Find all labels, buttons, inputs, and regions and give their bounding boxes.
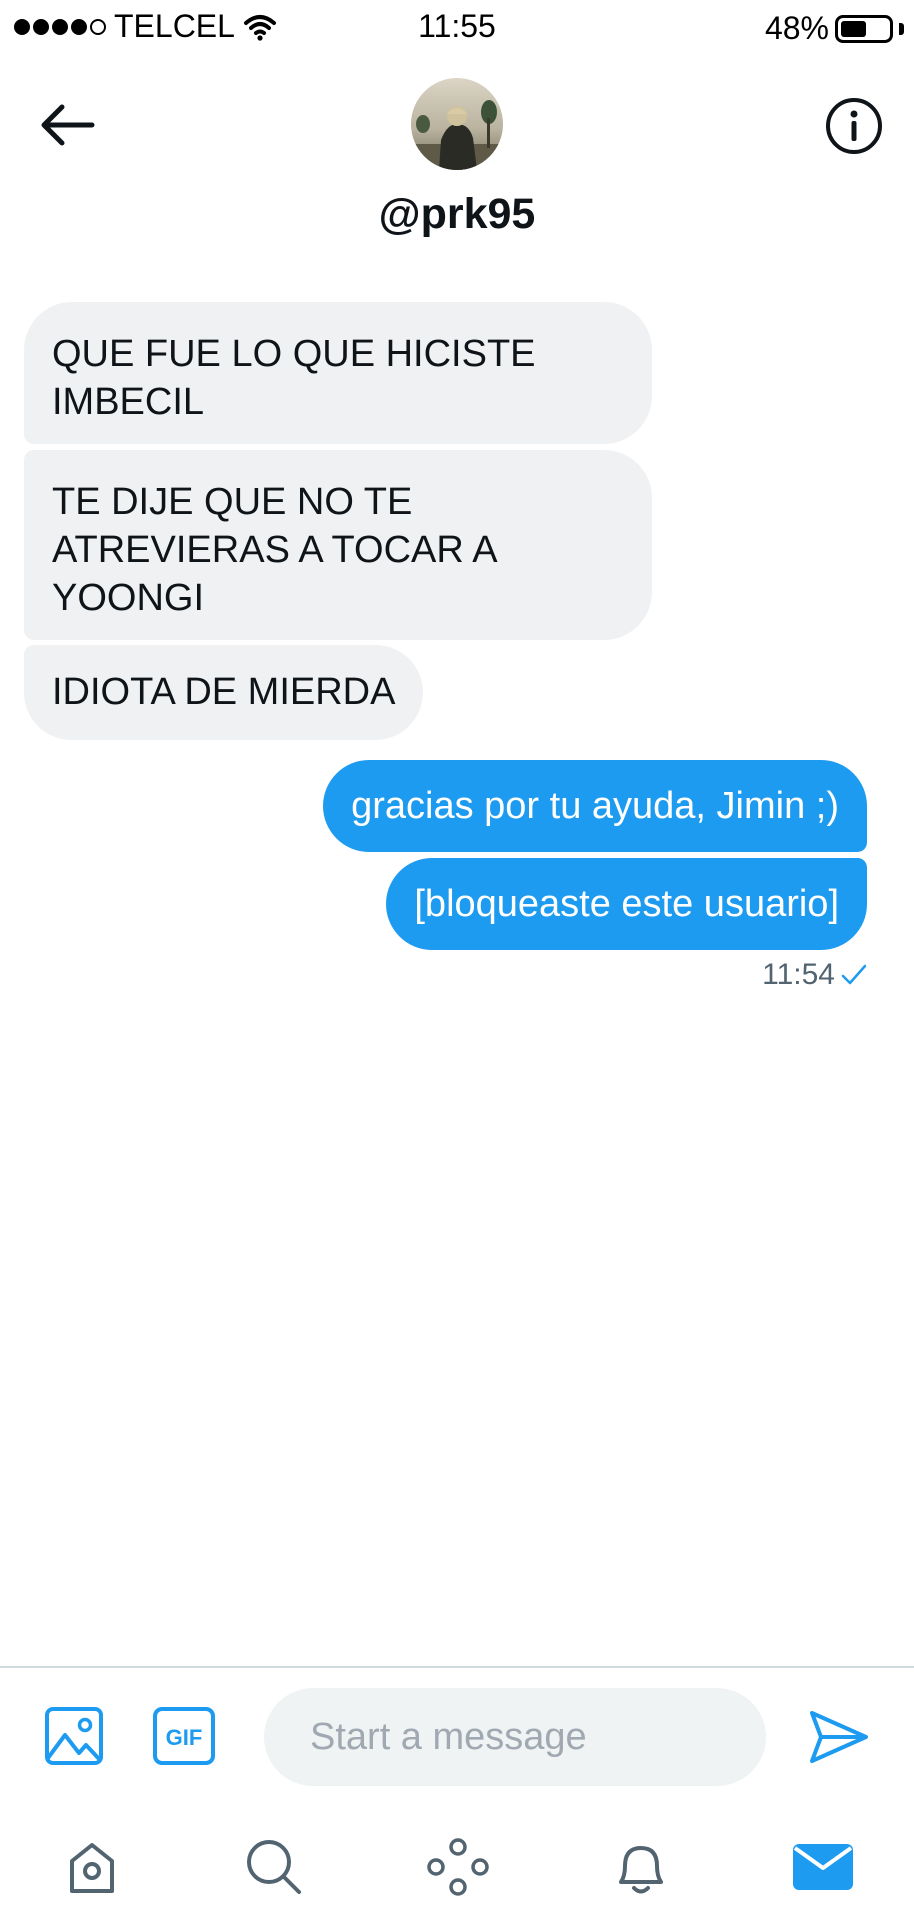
back-button[interactable] (38, 100, 98, 150)
status-bar: TELCEL 11:55 48% (0, 0, 914, 60)
notifications-icon (619, 1846, 663, 1894)
sent-message[interactable]: [bloqueaste este usuario] (386, 858, 867, 950)
add-gif-button[interactable]: GIF (152, 1706, 216, 1766)
home-icon (70, 1843, 114, 1893)
avatar[interactable] (411, 78, 503, 170)
received-message[interactable]: IDIOTA DE MIERDA (24, 645, 424, 740)
nav-messages[interactable] (788, 1832, 858, 1902)
gif-icon: GIF (153, 1707, 215, 1765)
nav-home[interactable] (57, 1832, 127, 1902)
bottom-navigation (0, 1798, 914, 1920)
spaces-icon (427, 1838, 489, 1896)
nav-search[interactable] (239, 1832, 309, 1902)
image-icon (45, 1707, 103, 1765)
sent-message[interactable]: gracias por tu ayuda, Jimin ;) (323, 760, 867, 852)
battery-percent: 48% (764, 10, 829, 46)
check-icon (841, 964, 867, 985)
nav-spaces[interactable] (423, 1832, 493, 1902)
conversation-handle: @prk95 (378, 190, 536, 238)
received-message[interactable]: QUE FUE LO QUE HICISTE IMBECIL (24, 302, 652, 444)
avatar-image (411, 78, 503, 170)
message-composer: GIF (0, 1668, 914, 1798)
battery-status: 48% (765, 10, 904, 47)
gif-label: GIF (166, 1725, 203, 1750)
add-image-button[interactable] (44, 1706, 104, 1766)
nav-notifications[interactable] (606, 1832, 676, 1902)
message-timestamp: 11:54 (762, 958, 867, 992)
search-icon (247, 1840, 301, 1894)
messages-icon (793, 1844, 853, 1890)
info-button[interactable] (824, 96, 884, 156)
message-input[interactable] (264, 1688, 766, 1786)
timestamp-text: 11:54 (762, 958, 835, 991)
received-message[interactable]: TE DIJE QUE NO TE ATREVIERAS A TOCAR A Y… (24, 450, 652, 640)
arrow-left-icon (41, 104, 95, 146)
send-icon (810, 1711, 868, 1763)
info-icon (826, 98, 882, 154)
send-button[interactable] (808, 1708, 870, 1766)
battery-icon (835, 14, 893, 43)
